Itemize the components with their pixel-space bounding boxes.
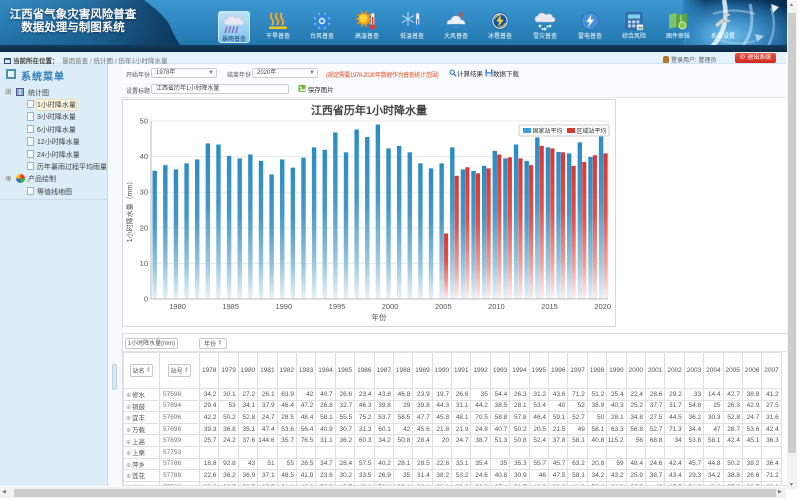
svg-text:2005: 2005 [435,302,452,311]
svg-text:国家站平均: 国家站平均 [533,127,563,135]
svg-text:20: 20 [140,223,148,232]
svg-text:10: 10 [140,259,148,268]
svg-text:2010: 2010 [488,302,505,311]
svg-text:0: 0 [144,295,148,304]
svg-text:1995: 1995 [329,302,346,311]
svg-text:1985: 1985 [222,302,239,311]
svg-text:2020: 2020 [594,302,611,311]
svg-text:1小时降水量（mm）: 1小时降水量（mm） [125,178,134,243]
svg-text:2000: 2000 [382,302,399,311]
svg-text:1980: 1980 [169,302,186,311]
svg-text:年份: 年份 [372,312,387,322]
svg-text:区域站平均: 区域站平均 [577,127,607,135]
svg-text:1990: 1990 [275,302,292,311]
svg-text:江西省历年1小时降水量: 江西省历年1小时降水量 [311,103,427,117]
svg-text:30: 30 [140,188,148,197]
svg-text:50: 50 [140,117,148,126]
svg-text:2015: 2015 [541,302,558,311]
svg-text:40: 40 [140,152,148,161]
